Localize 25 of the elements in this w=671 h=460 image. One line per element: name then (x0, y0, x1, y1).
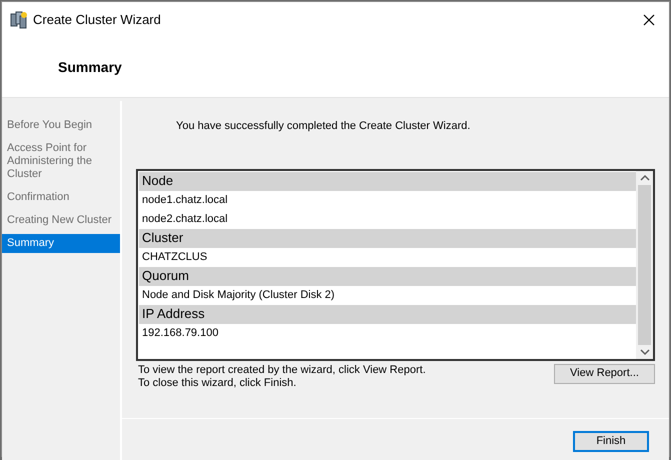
scrollbar[interactable] (636, 170, 653, 358)
step-item: Confirmation (6, 190, 70, 205)
success-message: You have successfully completed the Create Cluster Wizard. (176, 119, 472, 134)
section-header: Cluster (139, 228, 636, 248)
step-item: Summary (2, 234, 120, 253)
section-header: Node (139, 172, 636, 190)
report-value: Node and Disk Majority (Cluster Disk 2) (141, 288, 336, 303)
section-header: Quorum (139, 266, 636, 286)
step-item: Before You Begin (6, 118, 94, 133)
scroll-thumb[interactable] (638, 184, 651, 344)
report-value: node1.chatz.local (141, 192, 229, 208)
hint-text: To view the report created by the wizard, click View Report. (138, 364, 426, 376)
report-value: 192.168.79.100 (141, 326, 220, 341)
hint-text: To close this wizard, click Finish. (138, 376, 298, 390)
close-icon (643, 14, 655, 26)
finish-button[interactable]: Finish (573, 430, 649, 452)
page-title: Summary (58, 58, 122, 77)
step-item: Creating New Cluster (6, 213, 113, 228)
report-value: CHATZCLUS (141, 250, 208, 265)
step-item: Access Point for Administering the Cluster (6, 141, 93, 182)
section-header: IP Address (139, 304, 636, 324)
window-title: Create Cluster Wizard (33, 11, 161, 30)
cluster-icon (10, 11, 28, 29)
view-report-button[interactable]: View Report... (554, 364, 655, 384)
report-value: node2.chatz.local (141, 212, 229, 227)
